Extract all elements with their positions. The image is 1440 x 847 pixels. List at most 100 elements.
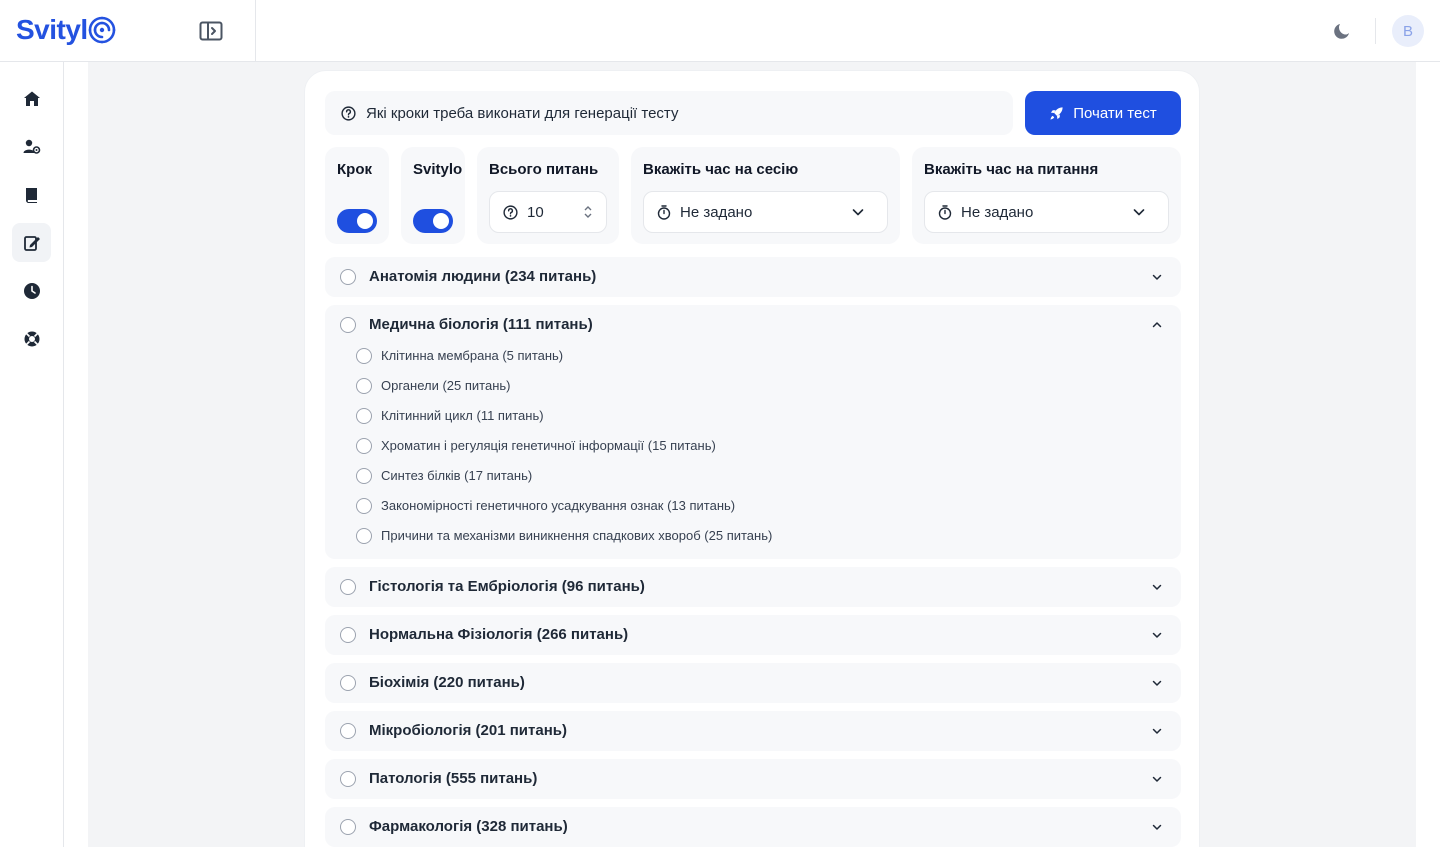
- subject-title: Анатомія людини (234 питань): [369, 268, 597, 285]
- krok-toggle[interactable]: [337, 209, 377, 233]
- logo-swirl-icon: [88, 16, 116, 44]
- test-generator-card: Які кроки треба виконати для генерації т…: [304, 70, 1200, 847]
- subject-radio[interactable]: [340, 723, 356, 739]
- topic-label: Причини та механізми виникнення спадкови…: [381, 528, 773, 543]
- subject-radio[interactable]: [340, 317, 356, 333]
- svitylo-toggle[interactable]: [413, 209, 453, 233]
- svitylo-option: Svitylo: [401, 147, 465, 244]
- steps-hint-bar[interactable]: Які кроки треба виконати для генерації т…: [325, 91, 1013, 135]
- subject-title: Нормальна Фізіологія (266 питань): [369, 626, 629, 643]
- question-time-label: Вкажіть час на питання: [924, 161, 1099, 178]
- avatar[interactable]: B: [1392, 15, 1424, 47]
- logo[interactable]: Svityl: [16, 14, 118, 46]
- subject-pharmacology[interactable]: Фармакологія (328 питань): [325, 807, 1181, 847]
- question-circle-icon: [503, 204, 518, 220]
- topic-radio[interactable]: [356, 468, 372, 484]
- edit-note-icon: [23, 235, 40, 251]
- home-icon: [23, 91, 40, 106]
- topic-radio[interactable]: [356, 438, 372, 454]
- rocket-icon: [1050, 106, 1063, 120]
- user-settings-icon: [23, 139, 40, 154]
- subject-radio[interactable]: [340, 819, 356, 835]
- total-questions-input[interactable]: 10: [489, 191, 607, 233]
- topic-label: Клітинна мембрана (5 питань): [381, 348, 564, 363]
- topic-label: Синтез білків (17 питань): [381, 468, 533, 483]
- chevron-down-icon: [1152, 632, 1162, 638]
- topic-item[interactable]: Клітинний цикл (11 питань): [325, 403, 1181, 429]
- svitylo-label: Svitylo: [413, 161, 463, 178]
- subject-histology[interactable]: Гістологія та Ембріологія (96 питань): [325, 567, 1181, 607]
- subject-title: Мікробіологія (201 питань): [369, 722, 567, 739]
- sidebar-item-home[interactable]: [12, 79, 51, 118]
- topic-radio[interactable]: [356, 498, 372, 514]
- topic-item[interactable]: Закономірності генетичного усадкування о…: [325, 493, 1181, 519]
- session-time-label: Вкажіть час на сесію: [643, 161, 799, 178]
- subject-microbiology[interactable]: Мікробіологія (201 питань): [325, 711, 1181, 751]
- chevron-down-icon: [1152, 680, 1162, 686]
- timer-icon: [657, 204, 671, 220]
- topic-radio[interactable]: [356, 378, 372, 394]
- start-test-label: Почати тест: [1073, 104, 1157, 122]
- sidebar-toggle-button[interactable]: [198, 19, 224, 43]
- main-content: Які кроки треба виконати для генерації т…: [64, 62, 1440, 847]
- topic-radio[interactable]: [356, 528, 372, 544]
- steps-hint-text: Які кроки треба виконати для генерації т…: [366, 104, 679, 122]
- topic-item[interactable]: Клітинна мембрана (5 питань): [325, 343, 1181, 369]
- sidebar-item-library[interactable]: [12, 175, 51, 214]
- question-time-option: Вкажіть час на питання Не задано: [912, 147, 1181, 244]
- lifebuoy-icon: [24, 331, 39, 346]
- sidebar-item-user-settings[interactable]: [12, 127, 51, 166]
- subject-radio[interactable]: [340, 627, 356, 643]
- topic-item[interactable]: Синтез білків (17 питань): [325, 463, 1181, 489]
- subject-title: Фармакологія (328 питань): [369, 818, 568, 835]
- panel-left-icon: [199, 21, 223, 41]
- subject-title: Патологія (555 питань): [369, 770, 538, 787]
- subject-pathology[interactable]: Патологія (555 питань): [325, 759, 1181, 799]
- sidebar-item-tests[interactable]: [12, 223, 51, 262]
- session-time-select[interactable]: Не задано: [643, 191, 888, 233]
- subject-physiology[interactable]: Нормальна Фізіологія (266 питань): [325, 615, 1181, 655]
- topic-item[interactable]: Причини та механізми виникнення спадкови…: [325, 523, 1181, 549]
- subject-radio[interactable]: [340, 579, 356, 595]
- total-questions-option: Всього питань 10: [477, 147, 619, 244]
- question-time-value: Не задано: [961, 203, 1034, 221]
- topic-item[interactable]: Хроматин і регуляція генетичної інформац…: [325, 433, 1181, 459]
- chevron-down-icon: [1152, 584, 1162, 590]
- topic-item[interactable]: Органели (25 питань): [325, 373, 1181, 399]
- clock-icon: [23, 282, 40, 299]
- subject-medical-biology[interactable]: Медична біологія (111 питань) Клітинна м…: [325, 305, 1181, 559]
- start-test-button[interactable]: Почати тест: [1025, 91, 1181, 135]
- total-questions-label: Всього питань: [489, 161, 599, 178]
- subject-title: Медична біологія (111 питань): [369, 316, 593, 333]
- topic-radio[interactable]: [356, 348, 372, 364]
- session-time-value: Не задано: [680, 203, 753, 221]
- header-divider: [1375, 18, 1376, 44]
- timer-icon: [938, 204, 952, 220]
- krok-option: Крок: [325, 147, 389, 244]
- chevron-up-icon: [1152, 322, 1162, 328]
- subject-radio[interactable]: [340, 771, 356, 787]
- topic-radio[interactable]: [356, 408, 372, 424]
- session-time-option: Вкажіть час на сесію Не задано: [631, 147, 900, 244]
- top-header: Svityl B: [0, 0, 1440, 62]
- stepper-icon[interactable]: [582, 204, 594, 220]
- subject-radio[interactable]: [340, 269, 356, 285]
- chevron-down-icon: [1152, 824, 1162, 830]
- sidebar-item-support[interactable]: [12, 319, 51, 358]
- topic-label: Хроматин і регуляція генетичної інформац…: [381, 438, 716, 453]
- sidebar: [0, 62, 64, 847]
- question-circle-icon: [341, 105, 356, 121]
- subject-biochemistry[interactable]: Біохімія (220 питань): [325, 663, 1181, 703]
- question-time-select[interactable]: Не задано: [924, 191, 1169, 233]
- topic-label: Закономірності генетичного усадкування о…: [381, 498, 736, 513]
- moon-icon: [1334, 24, 1349, 39]
- subject-radio[interactable]: [340, 675, 356, 691]
- book-icon: [25, 187, 37, 203]
- subject-anatomy[interactable]: Анатомія людини (234 питань): [325, 257, 1181, 297]
- chevron-down-icon: [1152, 776, 1162, 782]
- sidebar-item-history[interactable]: [12, 271, 51, 310]
- chevron-down-icon: [1152, 728, 1162, 734]
- theme-toggle-button[interactable]: [1328, 17, 1356, 45]
- avatar-initial: B: [1402, 22, 1413, 40]
- subject-title: Гістологія та Ембріологія (96 питань): [369, 578, 645, 595]
